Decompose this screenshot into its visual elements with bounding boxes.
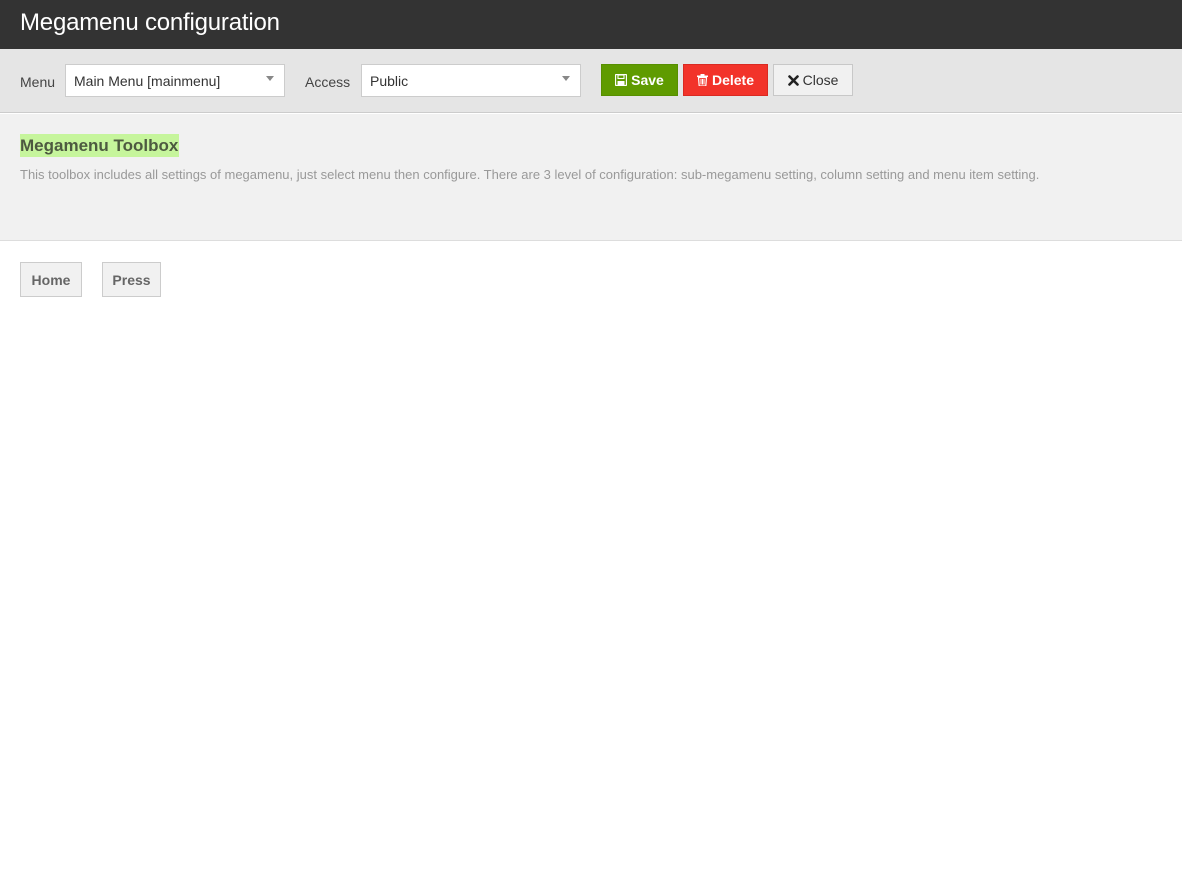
close-button[interactable]: Close [773,64,853,96]
delete-button[interactable]: Delete [683,64,768,96]
toolbox-title: Megamenu Toolbox [20,134,180,157]
trash-icon [696,74,708,86]
title-bar: Megamenu configuration [0,0,1182,49]
menu-item-label: Press [112,271,151,288]
menu-item-home[interactable]: Home [20,262,82,297]
menu-item-press[interactable]: Press [102,262,161,297]
chevron-down-icon [266,76,274,81]
delete-label: Delete [711,72,755,88]
toolbar: Menu Main Menu [mainmenu] Access Public … [0,49,1182,113]
menu-label: Menu [20,74,56,90]
page-title: Megamenu configuration [20,9,280,36]
access-label: Access [305,74,351,90]
menu-select-value: Main Menu [mainmenu] [74,73,221,89]
menu-item-label: Home [31,271,71,288]
floppy-disk-icon [615,74,628,86]
toolbox-panel: Megamenu Toolbox This toolbox includes a… [0,114,1182,241]
save-button[interactable]: Save [601,64,678,96]
x-icon [787,74,799,86]
menu-select[interactable]: Main Menu [mainmenu] [65,64,285,97]
access-select[interactable]: Public [361,64,581,97]
toolbox-description: This toolbox includes all settings of me… [20,167,1040,182]
access-select-value: Public [370,73,409,89]
save-label: Save [631,72,664,88]
close-label: Close [802,72,839,88]
chevron-down-icon [562,76,570,81]
